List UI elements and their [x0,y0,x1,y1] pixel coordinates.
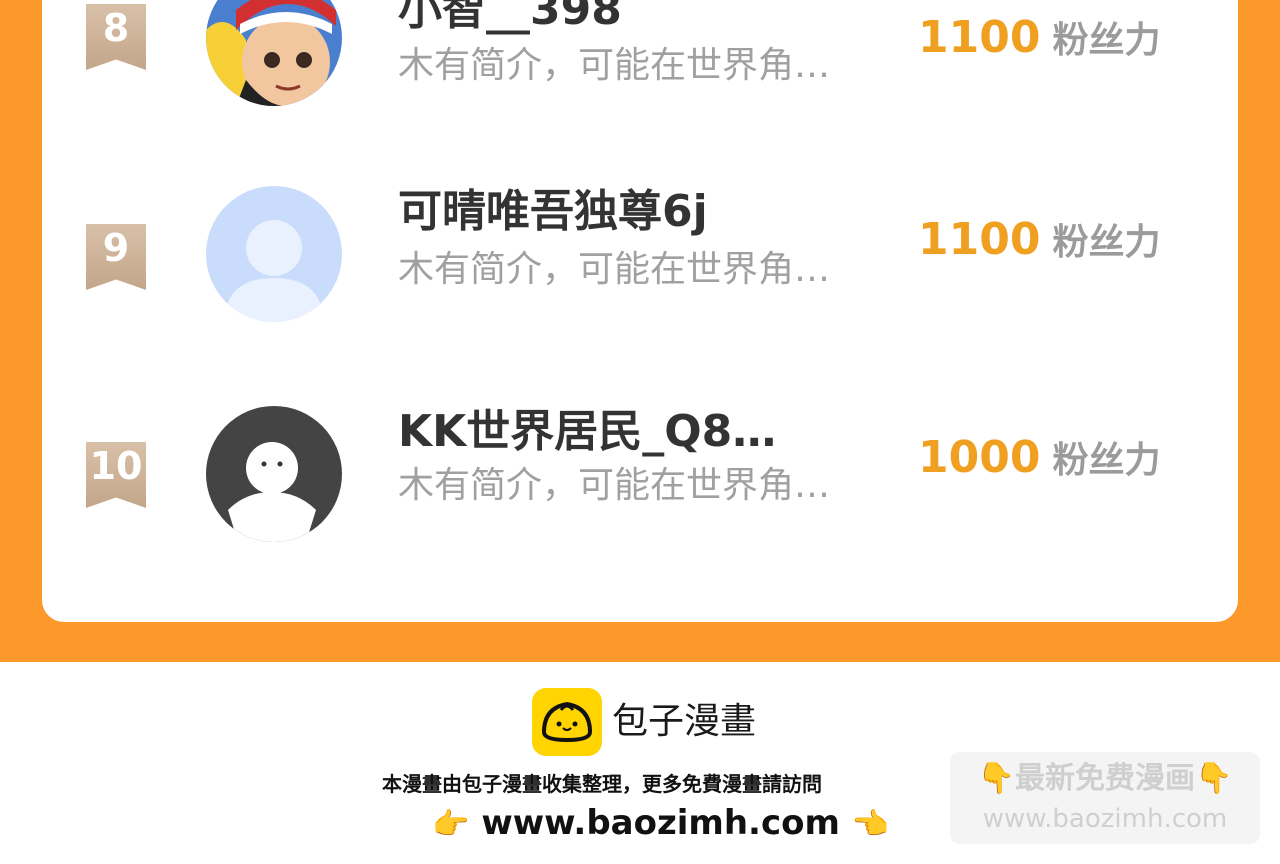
pointing-down-hand-icon: 👇 [1195,761,1233,796]
fans-count: 1100 [918,12,1041,63]
watermark-text: 最新免费漫画 [1015,761,1195,796]
rank-badge: 8 [86,4,146,70]
pointing-left-hand-icon: 👈 [851,807,890,842]
footer-url-line: 👉 www.baozimh.com 👈 [432,800,889,852]
bun-logo-icon [532,688,602,756]
fans-label: 粉丝力 [1052,440,1161,481]
user-bio: 木有简介，可能在世界角… [398,249,831,290]
rank-badge: 9 [86,224,146,290]
user-bio: 木有简介，可能在世界角… [398,45,831,86]
rank-number: 8 [102,6,130,50]
ranking-row-8[interactable]: 8 小智__398 木有简介，可能在世界角… 1100 粉丝力 [42,0,1238,120]
fans-label: 粉丝力 [1052,20,1161,61]
user-bio: 木有简介，可能在世界角… [398,465,831,506]
fans-power: 1100 粉丝力 [918,12,1160,73]
fans-label: 粉丝力 [1052,222,1161,263]
fans-count: 1000 [918,432,1041,483]
anime-boy-avatar[interactable] [206,0,342,106]
ranking-card: 8 小智__398 木有简介，可能在世界角… 1100 粉丝力 9 可晴唯吾独尊… [42,0,1238,622]
rank-number: 9 [102,226,130,270]
pointing-down-hand-icon: 👇 [977,761,1015,796]
default-person-avatar[interactable] [206,186,342,322]
brand-name: 包子漫畫 [612,701,757,742]
user-name[interactable]: 可晴唯吾独尊6j [398,186,708,238]
footer-note: 本漫畫由包子漫畫收集整理，更多免費漫畫請訪問 [382,772,822,796]
user-name[interactable]: KK世界居民_Q8… [398,406,776,458]
watermark-url: www.baozimh.com [982,804,1228,834]
fans-count: 1100 [918,214,1041,265]
rank-badge: 10 [86,442,146,508]
user-name[interactable]: 小智__398 [398,0,622,36]
default-ghost-avatar[interactable] [206,406,342,542]
rank-number: 10 [89,444,143,488]
watermark-title: 👇最新免费漫画👇 [950,756,1260,802]
pointing-right-hand-icon: 👉 [432,807,470,842]
site-url-link[interactable]: www.baozimh.com [481,803,840,843]
fans-power: 1100 粉丝力 [918,214,1160,275]
ranking-row-10[interactable]: 10 KK世界居民_Q8… 木有简介，可能在世界角… 1000 粉丝力 [42,406,1238,566]
ranking-row-9[interactable]: 9 可晴唯吾独尊6j 木有简介，可能在世界角… 1100 粉丝力 [42,186,1238,346]
watermark: 👇最新免费漫画👇 www.baozimh.com [950,752,1260,844]
fans-power: 1000 粉丝力 [918,432,1160,493]
